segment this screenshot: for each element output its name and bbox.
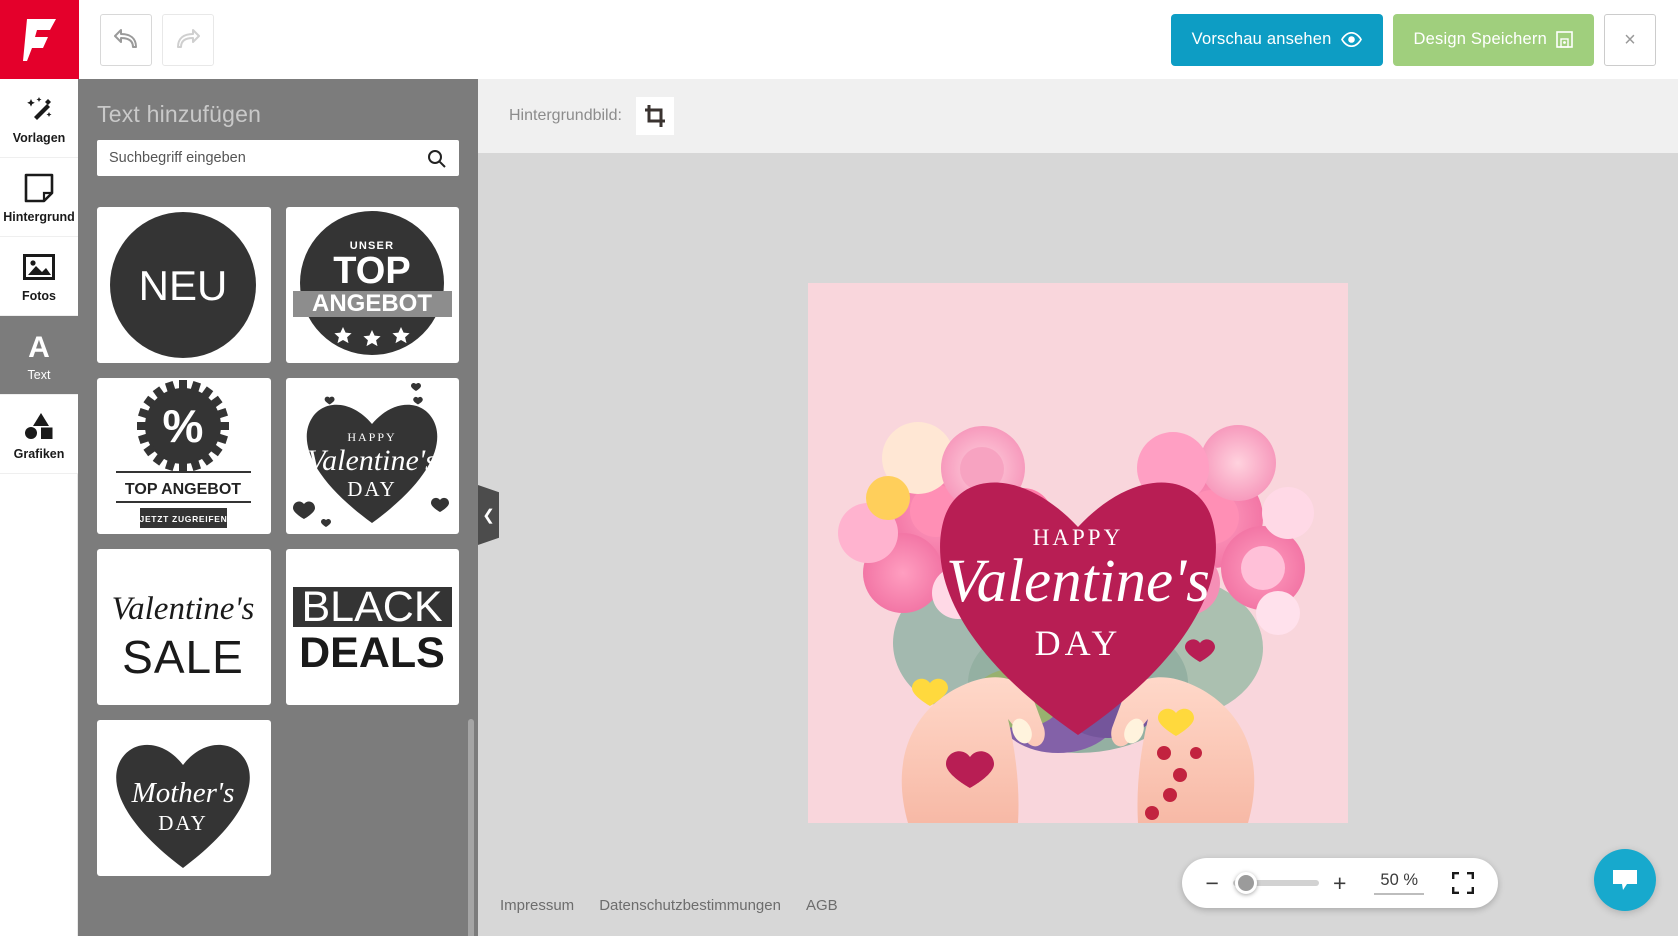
template-thumbnail-list: NEU UNSER TOP ANGEBOT bbox=[78, 207, 478, 936]
text-panel: Text hinzufügen NEU bbox=[78, 79, 478, 936]
top-actions: Vorschau ansehen Design Speichern × bbox=[1171, 14, 1656, 66]
sidebar-item-label: Grafiken bbox=[14, 447, 65, 461]
zoom-out-button[interactable]: − bbox=[1206, 872, 1219, 895]
preview-button-label: Vorschau ansehen bbox=[1192, 30, 1332, 49]
zoom-controls: − + 50 % bbox=[1182, 858, 1498, 908]
shapes-icon bbox=[23, 408, 55, 442]
sidebar-item-fotos[interactable]: Fotos bbox=[0, 237, 78, 316]
eye-icon bbox=[1341, 32, 1362, 47]
svg-text:ANGEBOT: ANGEBOT bbox=[312, 290, 432, 317]
svg-text:SALE: SALE bbox=[122, 631, 244, 683]
panel-scrollbar[interactable] bbox=[468, 719, 474, 936]
sidebar-item-label: Vorlagen bbox=[13, 131, 66, 145]
panel-title: Text hinzufügen bbox=[78, 79, 478, 140]
floppy-disk-icon bbox=[1556, 31, 1573, 48]
svg-text:TOP: TOP bbox=[333, 250, 410, 292]
svg-text:NEU: NEU bbox=[139, 262, 228, 309]
canvas-area: Hintergrundbild: bbox=[478, 79, 1678, 936]
left-sidebar: Vorlagen Hintergrund Fotos bbox=[0, 79, 78, 936]
redo-button[interactable] bbox=[162, 14, 214, 66]
footer-link-datenschutz[interactable]: Datenschutzbestimmungen bbox=[599, 897, 781, 914]
crop-icon bbox=[644, 105, 666, 127]
footer-links: Impressum Datenschutzbestimmungen AGB bbox=[500, 897, 838, 914]
sidebar-item-grafiken[interactable]: Grafiken bbox=[0, 395, 78, 474]
panel-collapse-handle[interactable]: ❮ bbox=[478, 485, 499, 545]
svg-text:JETZT ZUGREIFEN: JETZT ZUGREIFEN bbox=[140, 514, 228, 524]
logo-f-icon bbox=[23, 19, 57, 61]
template-thumb-black-deals[interactable]: BLACK DEALS bbox=[286, 549, 460, 705]
canvas-stage[interactable]: HAPPY Valentine's DAY bbox=[478, 153, 1678, 936]
svg-text:A: A bbox=[28, 331, 50, 361]
zoom-in-button[interactable]: + bbox=[1333, 872, 1346, 895]
canvas-toolbar: Hintergrundbild: bbox=[478, 79, 1678, 153]
fit-screen-icon bbox=[1452, 872, 1474, 894]
save-design-button[interactable]: Design Speichern bbox=[1393, 14, 1594, 66]
svg-text:DAY: DAY bbox=[158, 811, 208, 835]
zoom-slider[interactable] bbox=[1233, 880, 1319, 886]
template-thumb-prozent[interactable]: % TOP ANGEBOT JETZT ZUGREIFEN bbox=[97, 378, 271, 534]
save-design-button-label: Design Speichern bbox=[1414, 30, 1547, 49]
svg-text:DEALS: DEALS bbox=[299, 629, 445, 677]
template-thumb-valentines-heart[interactable]: HAPPY Valentine's DAY bbox=[286, 378, 460, 534]
magic-wand-icon bbox=[23, 92, 55, 126]
sidebar-item-text[interactable]: A Text bbox=[0, 316, 78, 395]
svg-text:Valentine's: Valentine's bbox=[112, 591, 255, 627]
chat-support-button[interactable] bbox=[1594, 849, 1656, 911]
redo-arrow-icon bbox=[176, 29, 200, 51]
close-editor-button[interactable]: × bbox=[1604, 14, 1656, 66]
close-icon: × bbox=[1624, 30, 1636, 50]
artboard[interactable]: HAPPY Valentine's DAY bbox=[808, 283, 1348, 823]
photo-icon bbox=[23, 250, 55, 284]
sidebar-item-label: Fotos bbox=[22, 289, 56, 303]
crop-background-button[interactable] bbox=[636, 97, 674, 135]
history-button-group bbox=[100, 14, 214, 66]
zoom-slider-knob[interactable] bbox=[1235, 872, 1257, 894]
svg-text:Mother's: Mother's bbox=[131, 777, 235, 809]
sidebar-item-label: Text bbox=[28, 368, 51, 382]
undo-button[interactable] bbox=[100, 14, 152, 66]
preview-button[interactable]: Vorschau ansehen bbox=[1171, 14, 1383, 66]
image-editor-app: Vorschau ansehen Design Speichern × bbox=[0, 0, 1678, 936]
zoom-level-value[interactable]: 50 % bbox=[1374, 871, 1424, 895]
template-thumbnail-grid: NEU UNSER TOP ANGEBOT bbox=[97, 207, 459, 876]
template-thumb-neu[interactable]: NEU bbox=[97, 207, 271, 363]
sidebar-item-label: Hintergrund bbox=[3, 210, 75, 224]
search-icon[interactable] bbox=[426, 148, 446, 168]
artboard-script-text: Valentine's bbox=[946, 548, 1210, 615]
svg-text:DAY: DAY bbox=[347, 477, 397, 501]
template-thumb-mothers-day[interactable]: Mother's DAY bbox=[97, 720, 271, 876]
sidebar-item-vorlagen[interactable]: Vorlagen bbox=[0, 79, 78, 158]
template-thumb-valentines-sale[interactable]: Valentine's SALE bbox=[97, 549, 271, 705]
svg-text:TOP ANGEBOT: TOP ANGEBOT bbox=[125, 481, 241, 498]
sidebar-item-hintergrund[interactable]: Hintergrund bbox=[0, 158, 78, 237]
footer-link-agb[interactable]: AGB bbox=[806, 897, 838, 914]
footer-link-impressum[interactable]: Impressum bbox=[500, 897, 574, 914]
svg-text:Valentine's: Valentine's bbox=[307, 444, 437, 477]
valentines-design: HAPPY Valentine's DAY bbox=[808, 283, 1348, 823]
chevron-left-icon: ❮ bbox=[482, 506, 495, 524]
fit-to-screen-button[interactable] bbox=[1452, 872, 1474, 894]
top-toolbar: Vorschau ansehen Design Speichern × bbox=[0, 0, 1678, 79]
panel-search bbox=[78, 140, 478, 176]
app-logo[interactable] bbox=[0, 0, 79, 79]
page-icon bbox=[24, 171, 54, 205]
chat-bubble-icon bbox=[1611, 868, 1639, 892]
letter-a-icon: A bbox=[24, 329, 54, 363]
svg-text:BLACK: BLACK bbox=[301, 583, 442, 631]
artboard-day-text: DAY bbox=[1035, 623, 1122, 663]
artboard-happy-text: HAPPY bbox=[1033, 525, 1123, 550]
template-thumb-top-angebot[interactable]: UNSER TOP ANGEBOT bbox=[286, 207, 460, 363]
svg-text:%: % bbox=[163, 400, 204, 452]
search-input[interactable] bbox=[97, 140, 459, 176]
undo-arrow-icon bbox=[114, 29, 138, 51]
svg-text:HAPPY: HAPPY bbox=[347, 430, 396, 444]
background-image-label: Hintergrundbild: bbox=[509, 107, 622, 125]
